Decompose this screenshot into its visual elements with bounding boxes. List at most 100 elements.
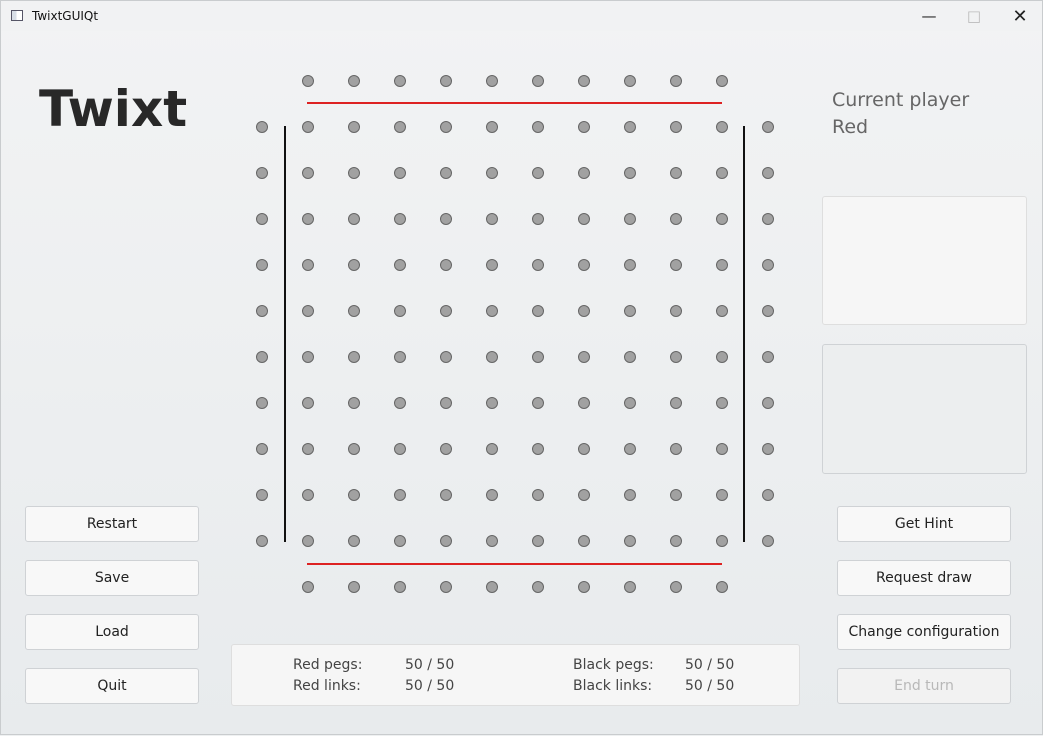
peg-hole[interactable] xyxy=(670,489,682,501)
peg-hole[interactable] xyxy=(624,259,636,271)
peg-hole[interactable] xyxy=(578,213,590,225)
peg-hole[interactable] xyxy=(624,535,636,547)
peg-hole[interactable] xyxy=(302,121,314,133)
peg-hole[interactable] xyxy=(394,443,406,455)
peg-hole[interactable] xyxy=(716,397,728,409)
peg-hole[interactable] xyxy=(532,167,544,179)
peg-hole[interactable] xyxy=(348,305,360,317)
peg-hole[interactable] xyxy=(624,489,636,501)
peg-hole[interactable] xyxy=(256,535,268,547)
peg-hole[interactable] xyxy=(486,581,498,593)
peg-hole[interactable] xyxy=(486,121,498,133)
peg-hole[interactable] xyxy=(578,535,590,547)
peg-hole[interactable] xyxy=(302,489,314,501)
peg-hole[interactable] xyxy=(716,581,728,593)
peg-hole[interactable] xyxy=(670,535,682,547)
peg-hole[interactable] xyxy=(670,351,682,363)
peg-hole[interactable] xyxy=(256,351,268,363)
peg-hole[interactable] xyxy=(670,581,682,593)
peg-hole[interactable] xyxy=(440,489,452,501)
peg-hole[interactable] xyxy=(302,581,314,593)
peg-hole[interactable] xyxy=(394,305,406,317)
peg-hole[interactable] xyxy=(256,397,268,409)
peg-hole[interactable] xyxy=(394,259,406,271)
peg-hole[interactable] xyxy=(394,121,406,133)
peg-hole[interactable] xyxy=(670,397,682,409)
peg-hole[interactable] xyxy=(256,305,268,317)
peg-hole[interactable] xyxy=(762,397,774,409)
peg-hole[interactable] xyxy=(302,443,314,455)
peg-hole[interactable] xyxy=(624,443,636,455)
peg-hole[interactable] xyxy=(486,351,498,363)
peg-hole[interactable] xyxy=(486,167,498,179)
peg-hole[interactable] xyxy=(762,443,774,455)
peg-hole[interactable] xyxy=(302,397,314,409)
peg-hole[interactable] xyxy=(532,443,544,455)
peg-hole[interactable] xyxy=(578,351,590,363)
peg-hole[interactable] xyxy=(716,75,728,87)
peg-hole[interactable] xyxy=(486,397,498,409)
peg-hole[interactable] xyxy=(348,167,360,179)
peg-hole[interactable] xyxy=(578,397,590,409)
peg-hole[interactable] xyxy=(624,581,636,593)
peg-hole[interactable] xyxy=(624,397,636,409)
peg-hole[interactable] xyxy=(440,213,452,225)
peg-hole[interactable] xyxy=(394,167,406,179)
peg-hole[interactable] xyxy=(578,443,590,455)
peg-hole[interactable] xyxy=(348,397,360,409)
peg-hole[interactable] xyxy=(532,75,544,87)
peg-hole[interactable] xyxy=(486,443,498,455)
peg-hole[interactable] xyxy=(532,397,544,409)
peg-hole[interactable] xyxy=(624,305,636,317)
peg-hole[interactable] xyxy=(440,121,452,133)
peg-hole[interactable] xyxy=(716,351,728,363)
peg-hole[interactable] xyxy=(348,75,360,87)
peg-hole[interactable] xyxy=(440,305,452,317)
peg-hole[interactable] xyxy=(440,167,452,179)
peg-hole[interactable] xyxy=(256,443,268,455)
peg-hole[interactable] xyxy=(394,351,406,363)
peg-hole[interactable] xyxy=(532,259,544,271)
peg-hole[interactable] xyxy=(348,443,360,455)
peg-hole[interactable] xyxy=(762,213,774,225)
peg-hole[interactable] xyxy=(440,535,452,547)
request-draw-button[interactable]: Request draw xyxy=(837,560,1011,596)
peg-hole[interactable] xyxy=(440,75,452,87)
peg-hole[interactable] xyxy=(670,443,682,455)
peg-hole[interactable] xyxy=(670,167,682,179)
peg-hole[interactable] xyxy=(578,305,590,317)
peg-hole[interactable] xyxy=(624,167,636,179)
peg-hole[interactable] xyxy=(716,305,728,317)
peg-hole[interactable] xyxy=(716,443,728,455)
peg-hole[interactable] xyxy=(670,121,682,133)
peg-hole[interactable] xyxy=(532,213,544,225)
peg-hole[interactable] xyxy=(670,213,682,225)
peg-hole[interactable] xyxy=(532,121,544,133)
peg-hole[interactable] xyxy=(762,259,774,271)
peg-hole[interactable] xyxy=(716,259,728,271)
peg-hole[interactable] xyxy=(532,351,544,363)
peg-hole[interactable] xyxy=(762,167,774,179)
peg-hole[interactable] xyxy=(716,213,728,225)
peg-hole[interactable] xyxy=(440,581,452,593)
peg-hole[interactable] xyxy=(486,305,498,317)
peg-hole[interactable] xyxy=(486,259,498,271)
peg-hole[interactable] xyxy=(394,75,406,87)
peg-hole[interactable] xyxy=(302,535,314,547)
peg-hole[interactable] xyxy=(256,121,268,133)
peg-hole[interactable] xyxy=(348,535,360,547)
peg-hole[interactable] xyxy=(348,213,360,225)
peg-hole[interactable] xyxy=(578,581,590,593)
peg-hole[interactable] xyxy=(256,213,268,225)
peg-hole[interactable] xyxy=(348,121,360,133)
peg-hole[interactable] xyxy=(762,535,774,547)
peg-hole[interactable] xyxy=(532,305,544,317)
peg-hole[interactable] xyxy=(762,121,774,133)
peg-hole[interactable] xyxy=(440,351,452,363)
peg-hole[interactable] xyxy=(394,535,406,547)
peg-hole[interactable] xyxy=(348,581,360,593)
get-hint-button[interactable]: Get Hint xyxy=(837,506,1011,542)
peg-hole[interactable] xyxy=(302,305,314,317)
peg-hole[interactable] xyxy=(394,581,406,593)
peg-hole[interactable] xyxy=(532,535,544,547)
